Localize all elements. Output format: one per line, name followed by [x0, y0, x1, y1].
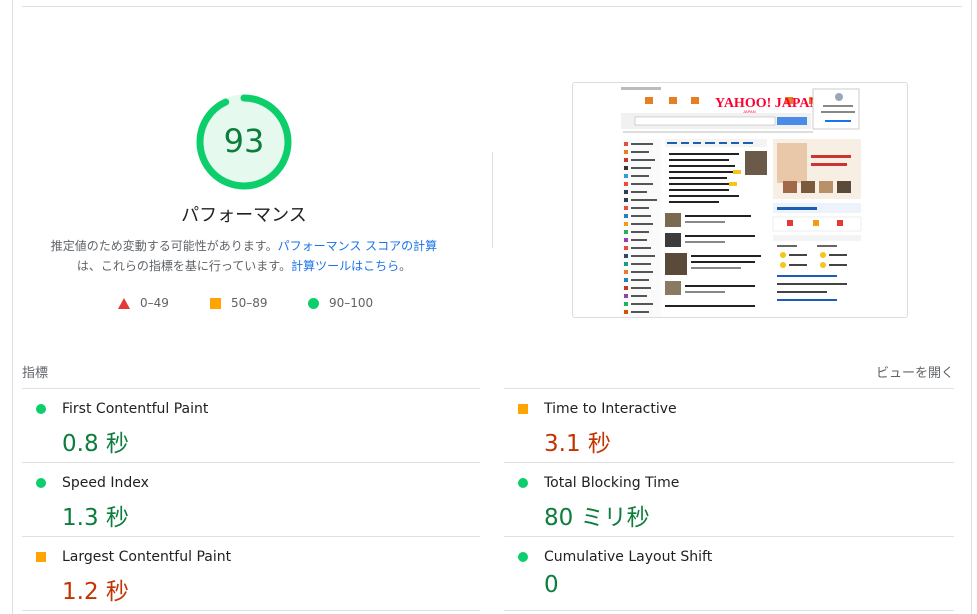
metric-value: 1.2 秒: [62, 579, 129, 605]
metric-cumulative-layout-shift: Cumulative Layout Shift 0: [504, 536, 944, 610]
expand-view-toggle[interactable]: ビューを開く: [858, 362, 954, 381]
circle-icon: [308, 297, 319, 309]
average-square-icon: [36, 552, 46, 562]
screenshot-image: YAHOO! JAPAN JAPAN: [573, 83, 907, 317]
legend-average-label: 50–89: [231, 296, 268, 310]
metric-name: Largest Contentful Paint: [62, 549, 232, 565]
metric-value: 3.1 秒: [544, 431, 611, 457]
top-divider: [22, 6, 962, 7]
score-calc-link[interactable]: パフォーマンス スコアの計算: [278, 239, 438, 253]
metric-value: 0: [544, 572, 559, 598]
square-icon: [210, 297, 221, 309]
legend-average: 50–89: [210, 295, 268, 311]
metric-value: 1.3 秒: [62, 505, 129, 531]
metric-total-blocking-time: Total Blocking Time 80 ミリ秒: [504, 462, 944, 536]
final-screenshot[interactable]: YAHOO! JAPAN JAPAN: [572, 82, 908, 318]
metric-time-to-interactive: Time to Interactive 3.1 秒: [504, 388, 944, 462]
metric-name: Speed Index: [62, 475, 149, 491]
metric-name: Cumulative Layout Shift: [544, 549, 713, 565]
pass-circle-icon: [36, 478, 46, 488]
vertical-divider: [492, 152, 493, 248]
metric-largest-contentful-paint: Largest Contentful Paint 1.2 秒: [22, 536, 462, 610]
note-prefix: 推定値のため変動する可能性があります。: [50, 239, 278, 253]
metric-name: First Contentful Paint: [62, 401, 209, 417]
average-square-icon: [518, 404, 528, 414]
metric-name: Time to Interactive: [544, 401, 677, 417]
legend-pass: 90–100: [308, 295, 373, 311]
pass-circle-icon: [518, 478, 528, 488]
metric-value: 0.8 秒: [62, 431, 129, 457]
note-middle: は、これらの指標を基に行っています。: [76, 259, 292, 273]
metric-name: Total Blocking Time: [544, 475, 680, 491]
metric-speed-index: Speed Index 1.3 秒: [22, 462, 462, 536]
calculator-link[interactable]: 計算ツールはこちら: [291, 259, 399, 273]
metrics-heading: 指標: [22, 366, 49, 381]
legend-pass-label: 90–100: [329, 296, 374, 310]
score-note: 推定値のため変動する可能性があります。パフォーマンス スコアの計算 は、これらの…: [40, 236, 448, 276]
divider: [504, 610, 954, 611]
triangle-icon: [118, 297, 130, 309]
metric-first-contentful-paint: First Contentful Paint 0.8 秒: [22, 388, 462, 462]
pass-circle-icon: [36, 404, 46, 414]
score-value: 93: [223, 122, 265, 160]
metric-value: 80 ミリ秒: [544, 505, 650, 531]
note-suffix: 。: [399, 259, 412, 273]
pass-circle-icon: [518, 552, 528, 562]
legend-fail-label: 0–49: [140, 296, 169, 310]
yahoo-logo: YAHOO! JAPAN: [715, 96, 820, 111]
legend-fail: 0–49: [118, 295, 169, 311]
divider: [22, 610, 480, 611]
category-title: パフォーマンス: [181, 205, 307, 226]
